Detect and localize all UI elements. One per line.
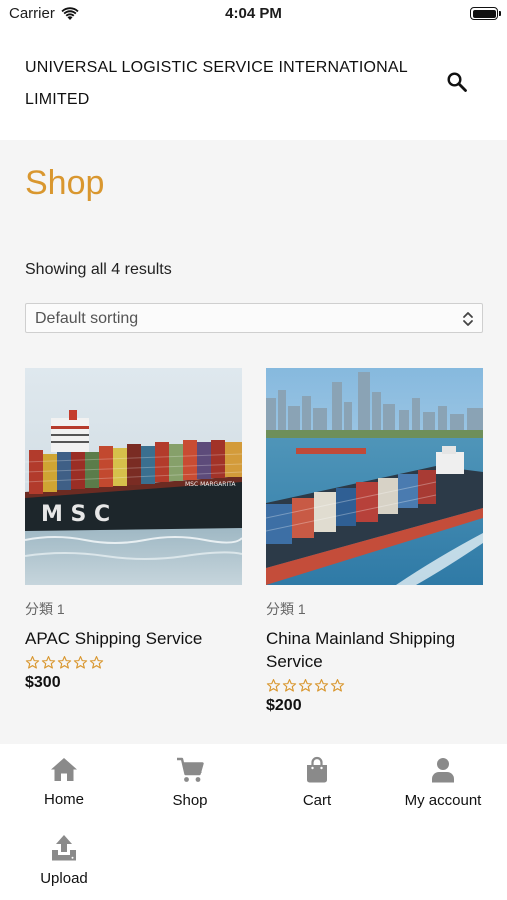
tab-label: Home bbox=[43, 791, 84, 808]
product-card[interactable]: M S C MSC MARGARITA 分類 1 APAC Shipping S… bbox=[25, 368, 242, 692]
tab-my-account[interactable]: My account bbox=[380, 755, 506, 809]
tab-shop[interactable]: Shop bbox=[127, 755, 253, 809]
tab-upload[interactable]: Upload bbox=[1, 833, 127, 887]
star-outline-icon bbox=[314, 679, 329, 692]
product-title[interactable]: China Mainland Shipping Service bbox=[266, 627, 483, 673]
star-outline-icon bbox=[298, 679, 313, 692]
shop-content: Shop Showing all 4 results Default sorti… bbox=[0, 140, 507, 744]
shopping-bag-icon bbox=[307, 756, 327, 783]
product-category[interactable]: 分類 1 bbox=[266, 599, 483, 619]
product-image-harbor-ship[interactable] bbox=[266, 368, 483, 585]
star-outline-icon bbox=[330, 679, 345, 692]
star-outline-icon bbox=[73, 656, 88, 669]
result-count: Showing all 4 results bbox=[25, 261, 172, 278]
chevron-up-down-icon bbox=[463, 312, 473, 326]
product-price: $200 bbox=[266, 697, 302, 714]
bottom-tab-bar: Home Shop Cart My account Upload bbox=[0, 744, 507, 900]
svg-text:M S C: M S C bbox=[41, 502, 110, 527]
sort-select[interactable]: Default sorting bbox=[25, 303, 483, 333]
home-icon bbox=[51, 758, 77, 781]
tab-label: Cart bbox=[302, 792, 332, 809]
status-bar: Carrier 4:04 PM bbox=[0, 0, 507, 28]
clock: 4:04 PM bbox=[225, 5, 282, 22]
star-outline-icon bbox=[41, 656, 56, 669]
star-outline-icon bbox=[57, 656, 72, 669]
star-outline-icon bbox=[89, 656, 104, 669]
svg-text:MSC MARGARITA: MSC MARGARITA bbox=[185, 481, 236, 488]
tab-label: Shop bbox=[172, 792, 208, 809]
site-title[interactable]: UNIVERSAL LOGISTIC SERVICE INTERNATIONAL… bbox=[25, 52, 425, 116]
upload-icon bbox=[52, 835, 76, 861]
search-icon[interactable] bbox=[446, 71, 468, 93]
product-image-container-ship[interactable]: M S C MSC MARGARITA bbox=[25, 368, 242, 585]
page-title: Shop bbox=[25, 164, 105, 202]
tab-cart[interactable]: Cart bbox=[254, 755, 380, 809]
product-title[interactable]: APAC Shipping Service bbox=[25, 627, 242, 650]
star-outline-icon bbox=[25, 656, 40, 669]
star-rating bbox=[266, 678, 483, 693]
cart-icon bbox=[177, 757, 204, 782]
star-outline-icon bbox=[266, 679, 281, 692]
star-outline-icon bbox=[282, 679, 297, 692]
user-icon bbox=[432, 758, 454, 783]
star-rating bbox=[25, 655, 242, 670]
tab-home[interactable]: Home bbox=[1, 754, 127, 808]
tab-label: Upload bbox=[40, 870, 88, 887]
product-price: $300 bbox=[25, 674, 61, 691]
product-category[interactable]: 分類 1 bbox=[25, 599, 242, 619]
sort-selected-value: Default sorting bbox=[35, 310, 139, 327]
product-card[interactable]: 分類 1 China Mainland Shipping Service $20… bbox=[266, 368, 483, 715]
site-header: UNIVERSAL LOGISTIC SERVICE INTERNATIONAL… bbox=[0, 34, 507, 140]
battery-icon bbox=[470, 7, 501, 20]
tab-label: My account bbox=[404, 792, 482, 809]
